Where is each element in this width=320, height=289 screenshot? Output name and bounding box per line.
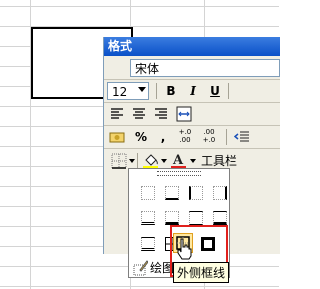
no-border-option[interactable] [141,186,155,200]
align-right-icon[interactable] [154,107,168,121]
borders-icon[interactable] [111,153,127,169]
separator [228,83,229,99]
thick-bottom-border-option[interactable] [165,211,179,225]
decrease-decimal-button[interactable]: .00 +.0 [200,128,218,146]
left-border-option[interactable] [189,186,203,200]
grid-row-line [0,6,279,7]
alignment-row [104,103,280,126]
toolbar-title[interactable]: 格式 [104,37,280,56]
svg-text:A: A [172,153,184,168]
right-border-option[interactable] [213,186,227,200]
double-bottom-border-option[interactable] [141,211,155,225]
top-double-bottom-border-option[interactable] [141,237,155,251]
chevron-down-icon[interactable] [138,87,146,92]
tooltip: 外侧框线 [173,262,230,283]
font-size-row: 12 B I U [104,80,280,103]
decrease-indent-icon[interactable] [234,130,250,144]
draw-borders-icon[interactable] [132,260,148,276]
percent-button[interactable]: % [132,128,150,146]
chevron-down-icon[interactable] [161,159,167,163]
top-bottom-border-option[interactable] [189,211,203,225]
separator [156,83,157,99]
toolbar-options-label[interactable]: 工具栏 [201,153,237,169]
currency-icon[interactable] [109,129,125,145]
align-left-icon[interactable] [110,107,124,121]
bold-button[interactable]: B [162,82,180,100]
increase-decimal-button[interactable]: +.0 .00 [176,128,194,146]
number-format-row: % , +.0 .00 .00 +.0 [104,126,280,149]
align-center-icon[interactable] [132,107,146,121]
palette-drag-handle[interactable] [157,171,201,176]
top-thick-bottom-border-option[interactable] [213,211,227,225]
merge-center-icon[interactable] [176,106,192,122]
chevron-down-icon[interactable] [190,159,196,163]
font-name-field[interactable]: 宋体 [130,59,280,77]
underline-button[interactable]: U [206,82,224,100]
separator [137,153,138,169]
font-name-row: 宋体 [104,57,280,80]
hand-cursor-icon [177,238,192,260]
comma-button[interactable]: , [154,128,172,146]
chevron-down-icon[interactable] [129,159,135,163]
separator [226,129,227,145]
bottom-border-option[interactable] [165,186,179,200]
italic-button[interactable]: I [184,82,202,100]
grid-row-line [0,286,279,287]
